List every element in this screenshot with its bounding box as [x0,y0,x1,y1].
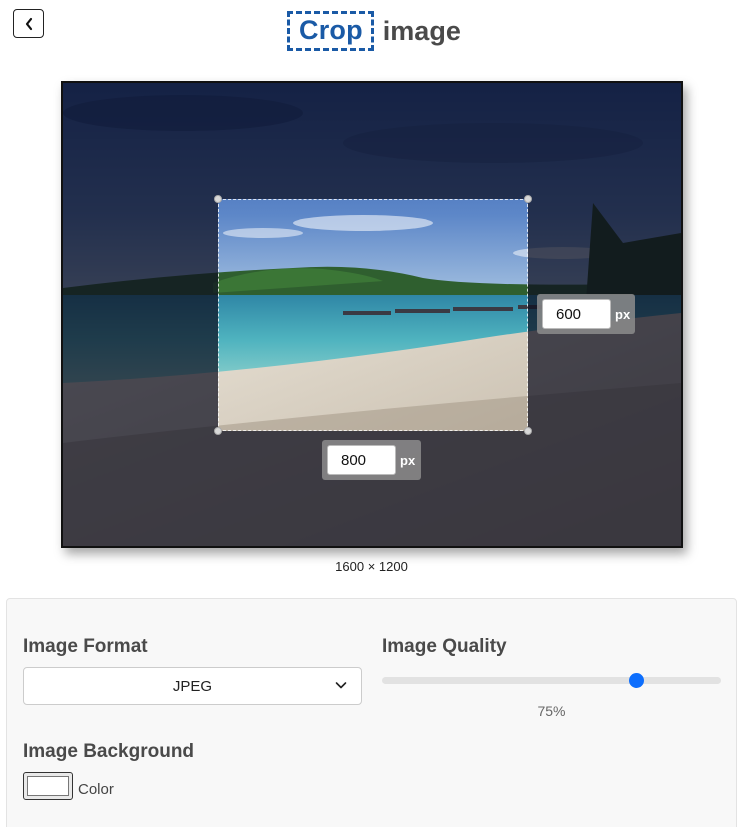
image-quality-slider[interactable] [382,673,721,688]
chevron-left-icon [25,17,32,30]
crop-handle-bottom-left[interactable] [214,427,222,435]
image-dimensions: 1600 × 1200 [335,559,408,574]
crop-selection[interactable] [214,195,532,435]
app-logo: Crop image [287,11,461,51]
crop-width-control: px [322,440,421,480]
slider-track [382,677,721,684]
crop-height-control: px [537,294,635,334]
logo-boxed-word: Crop [287,11,374,51]
image-quality-value: 75% [537,703,566,719]
slider-thumb[interactable] [629,673,645,688]
image-format-title: Image Format [23,636,148,657]
background-color-label: Color [78,781,114,798]
logo-word: image [382,15,461,46]
height-unit-label: px [615,306,631,322]
crop-handle-bottom-right[interactable] [524,427,532,435]
image-quality-title: Image Quality [382,636,507,657]
back-button[interactable] [13,9,44,38]
chevron-down-icon [335,682,347,689]
image-background-title: Image Background [23,741,195,762]
crop-handle-top-left[interactable] [214,195,222,203]
background-color-preview [27,776,69,796]
settings-panel: Image Format JPEG Image Quality 75% Imag… [6,598,737,827]
width-unit-label: px [400,452,416,468]
crop-canvas[interactable]: px px [61,81,683,548]
crop-handle-top-right[interactable] [524,195,532,203]
image-format-value: JPEG [172,677,213,695]
crop-height-input[interactable] [542,299,611,329]
background-color-picker[interactable] [23,772,73,800]
image-format-select[interactable]: JPEG [23,667,362,705]
crop-width-input[interactable] [327,445,396,475]
